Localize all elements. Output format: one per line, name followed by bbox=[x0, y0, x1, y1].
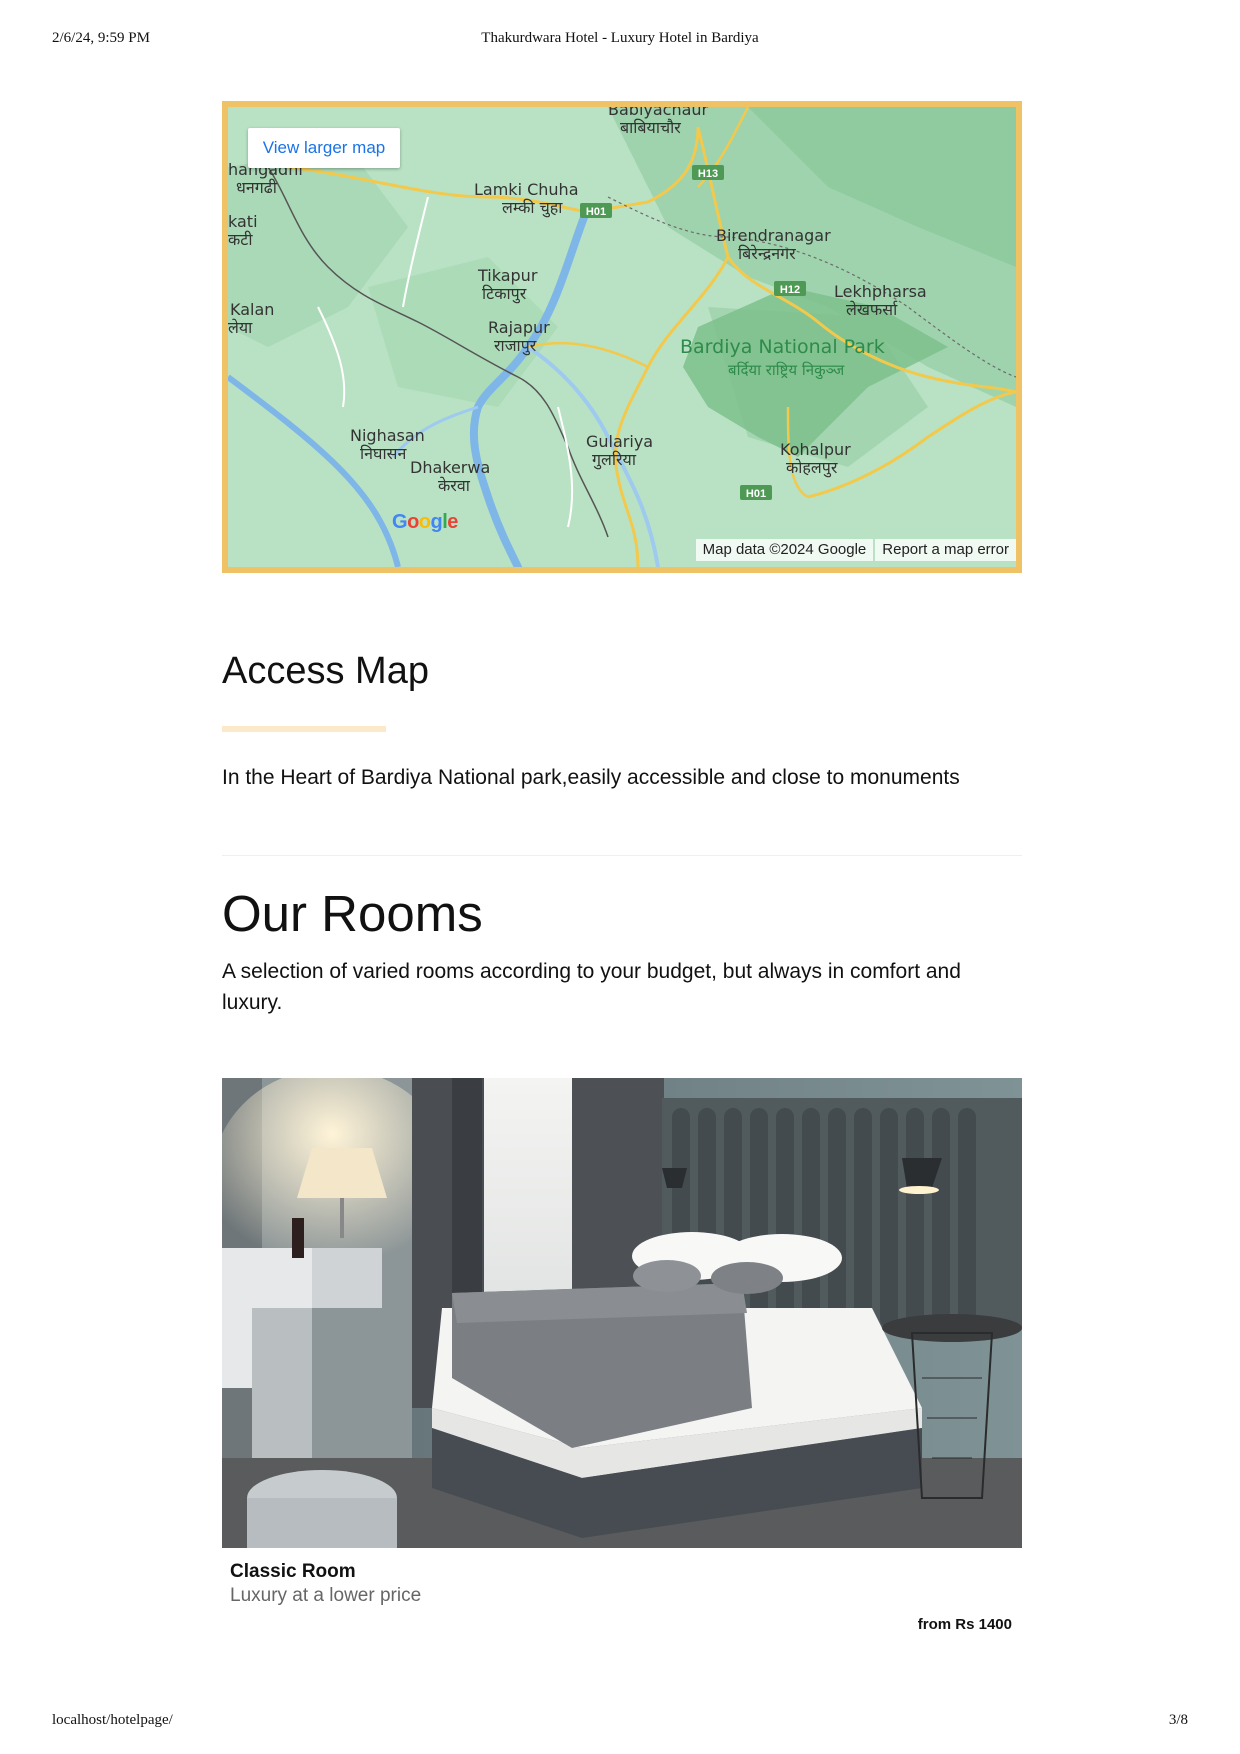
access-map[interactable]: H13 H01 H12 H01 Babiyachaur बाबियाचौर ha… bbox=[222, 101, 1022, 573]
place-tikapur-native: टिकापुर bbox=[482, 284, 527, 304]
room-title: Classic Room bbox=[230, 1561, 356, 1582]
heading-accent-bar bbox=[222, 726, 386, 732]
print-page-title: Thakurdwara Hotel - Luxury Hotel in Bard… bbox=[481, 30, 759, 46]
place-dhangadhi-native: धनगढी bbox=[236, 178, 278, 197]
section-divider bbox=[222, 855, 1022, 856]
place-lamki-chuha-native: लम्की चुहा bbox=[502, 198, 563, 218]
room-illustration bbox=[222, 1078, 1022, 1548]
map-data-credit: Map data ©2024 Google bbox=[695, 539, 874, 561]
road-shield-h12: H12 bbox=[774, 281, 806, 296]
svg-text:H13: H13 bbox=[698, 168, 718, 180]
view-larger-map-button[interactable]: View larger map bbox=[248, 128, 400, 168]
svg-text:H01: H01 bbox=[746, 488, 766, 500]
print-footer: localhost/hotelpage/ 3/8 bbox=[0, 1712, 1240, 1734]
place-rajapur-native: राजापुर bbox=[494, 336, 537, 356]
print-header: 2/6/24, 9:59 PM Thakurdwara Hotel - Luxu… bbox=[0, 30, 1240, 52]
place-kati-native: कटी bbox=[228, 230, 253, 249]
access-map-description: In the Heart of Bardiya National park,ea… bbox=[222, 766, 960, 789]
svg-text:H01: H01 bbox=[586, 206, 606, 218]
map-attribution: Map data ©2024 Google Report a map error bbox=[695, 539, 1016, 561]
svg-text:H12: H12 bbox=[780, 284, 800, 296]
print-page-number: 3/8 bbox=[1168, 1712, 1188, 1728]
road-shield-h01-south: H01 bbox=[740, 485, 772, 500]
room-subtitle: Luxury at a lower price bbox=[230, 1585, 422, 1606]
road-shield-h01-north: H01 bbox=[580, 203, 612, 218]
access-map-heading: Access Map bbox=[222, 650, 429, 692]
our-rooms-intro: A selection of varied rooms according to… bbox=[222, 960, 961, 1014]
road-shield-h13: H13 bbox=[692, 165, 724, 180]
place-nighasan: Nighasan bbox=[350, 426, 425, 445]
report-map-error-link[interactable]: Report a map error bbox=[875, 539, 1016, 561]
place-gulariya-native: गुलरिया bbox=[592, 450, 637, 470]
place-gulariya: Gulariya bbox=[586, 432, 653, 451]
place-kalan-native: लेया bbox=[228, 318, 253, 337]
place-birendranagar: Birendranagar bbox=[716, 226, 831, 245]
place-rajapur: Rajapur bbox=[488, 318, 550, 337]
google-logo: Google bbox=[392, 511, 458, 533]
room-price: from Rs 1400 bbox=[917, 1616, 1012, 1633]
place-birendranagar-native: बिरेन्द्रनगर bbox=[738, 244, 796, 263]
place-kalan: Kalan bbox=[230, 300, 274, 319]
place-bardiya-national-park-native: बर्दिया राष्ट्रिय निकुञ्ज bbox=[728, 361, 845, 380]
place-lamki-chuha: Lamki Chuha bbox=[474, 180, 579, 199]
place-dhakerwa: Dhakerwa bbox=[410, 458, 490, 477]
place-lekhpharsa-native: लेखफर्सा bbox=[846, 300, 898, 319]
classic-room-photo[interactable] bbox=[222, 1078, 1022, 1548]
place-nighasan-native: निघासन bbox=[360, 444, 407, 463]
place-lekhpharsa: Lekhpharsa bbox=[834, 282, 927, 301]
place-babiyachaur-native: बाबियाचौर bbox=[620, 118, 681, 137]
place-tikapur: Tikapur bbox=[477, 266, 538, 285]
place-dhakerwa-native: केरवा bbox=[438, 476, 471, 495]
place-kohalpur-native: कोहलपुर bbox=[786, 458, 838, 478]
map-canvas[interactable]: H13 H01 H12 H01 Babiyachaur बाबियाचौर ha… bbox=[228, 107, 1016, 567]
place-bardiya-national-park: Bardiya National Park bbox=[680, 336, 885, 358]
our-rooms-heading: Our Rooms bbox=[222, 885, 483, 942]
place-kati: kati bbox=[228, 212, 258, 231]
place-kohalpur: Kohalpur bbox=[780, 440, 851, 459]
print-url: localhost/hotelpage/ bbox=[52, 1712, 173, 1728]
